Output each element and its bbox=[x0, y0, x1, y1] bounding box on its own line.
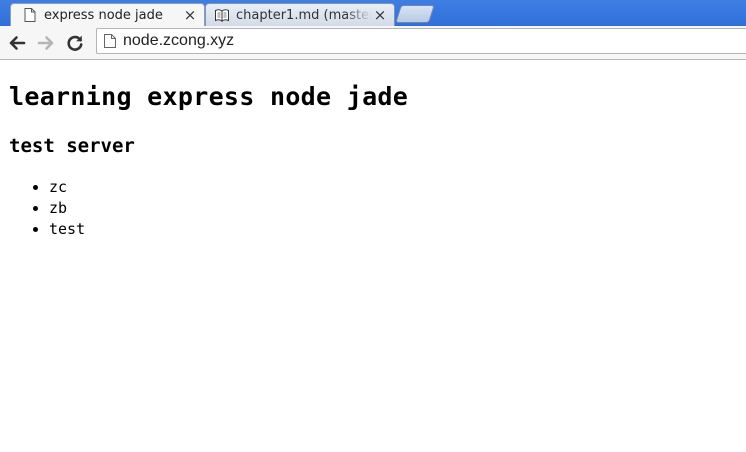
page-icon bbox=[24, 8, 36, 22]
tab-chapter1-md[interactable]: chapter1.md (master) - · × bbox=[205, 3, 395, 26]
list-item: zc bbox=[49, 177, 85, 198]
tab-title: chapter1.md (master) - · bbox=[236, 7, 372, 23]
back-arrow-icon bbox=[9, 36, 26, 50]
list-item: test bbox=[49, 219, 85, 240]
tab-strip: express node jade × chapter1.md (master)… bbox=[0, 0, 746, 26]
page-info-icon[interactable] bbox=[103, 33, 117, 49]
book-icon bbox=[215, 9, 229, 22]
new-tab-button[interactable] bbox=[395, 5, 435, 23]
forward-arrow-icon bbox=[37, 36, 54, 50]
tab-title: express node jade bbox=[44, 7, 163, 23]
browser-toolbar bbox=[0, 26, 746, 60]
close-tab-icon[interactable]: × bbox=[182, 7, 198, 23]
page-title: learning express node jade bbox=[9, 82, 409, 111]
tab-express-node-jade[interactable]: express node jade × bbox=[10, 3, 205, 26]
back-button[interactable] bbox=[6, 32, 28, 54]
item-list: zc zb test bbox=[9, 177, 85, 240]
address-bar[interactable] bbox=[96, 28, 746, 54]
list-item: zb bbox=[49, 198, 85, 219]
page-subtitle: test server bbox=[9, 135, 135, 157]
reload-button[interactable] bbox=[64, 32, 86, 54]
page-content: learning express node jade test server z… bbox=[0, 60, 746, 452]
forward-button[interactable] bbox=[35, 32, 57, 54]
reload-icon bbox=[67, 35, 83, 51]
close-tab-icon[interactable]: × bbox=[372, 7, 388, 23]
url-input[interactable] bbox=[123, 30, 683, 52]
